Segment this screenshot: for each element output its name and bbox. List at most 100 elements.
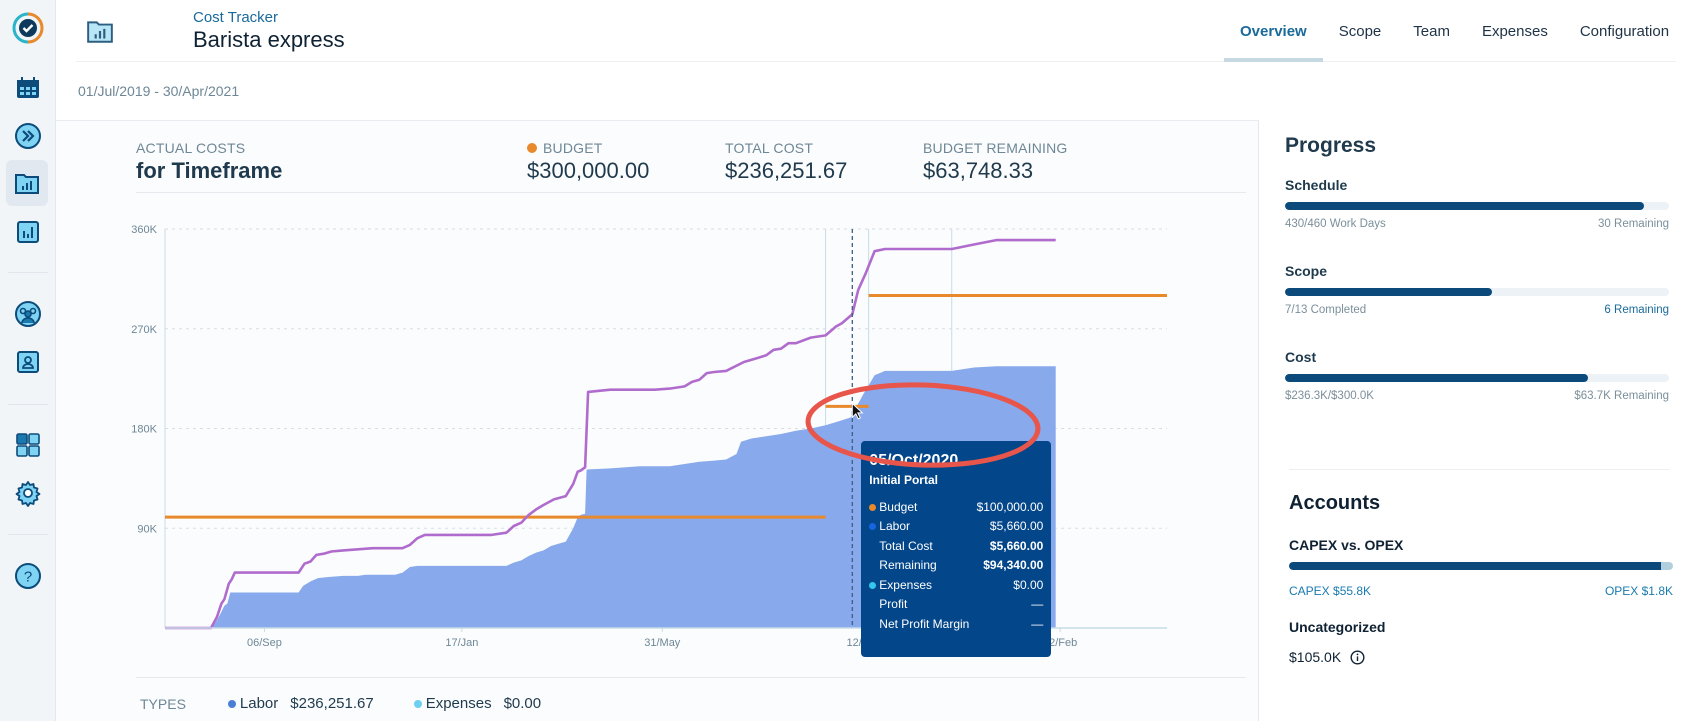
tooltip-row-label: Remaining: [879, 558, 937, 573]
types-legend: TYPES Labor $236,251.67 Expenses $0.00: [140, 695, 581, 712]
scope-remaining-link[interactable]: 6 Remaining: [1604, 304, 1669, 316]
uncategorized-value: $105.0K: [1289, 649, 1342, 665]
sidebar: ?: [0, 0, 56, 721]
y-tick-label: 360K: [131, 224, 157, 236]
cost-progress: Cost $236.3K/$300.0K $63.7K Remaining: [1285, 349, 1669, 402]
types-label: TYPES: [140, 695, 186, 712]
budget-dot-icon: [869, 503, 877, 511]
legend-labor-value: $236,251.67: [290, 695, 374, 712]
capex-opex-bar: [1289, 562, 1673, 570]
capex-opex: CAPEX vs. OPEX CAPEX $55.8K OPEX $1.8K: [1289, 537, 1673, 598]
dashboard-grid-icon[interactable]: [10, 427, 46, 463]
scope-bar-fill: [1285, 288, 1492, 296]
chevrons-right-icon[interactable]: [10, 118, 46, 154]
tooltip-row-label: Profit: [879, 597, 908, 612]
schedule-label: Schedule: [1285, 177, 1348, 193]
cost-tracker-icon[interactable]: [6, 160, 48, 206]
tooltip-row-label: Net Profit Margin: [879, 616, 970, 631]
tab-bar: Overview Scope Team Expenses Configurati…: [1224, 0, 1685, 62]
scope-label: Scope: [1285, 263, 1328, 279]
contact-card-icon[interactable]: [10, 344, 46, 380]
tab-configuration[interactable]: Configuration: [1564, 0, 1685, 62]
tooltip-row-value: —: [1031, 597, 1044, 612]
tab-team[interactable]: Team: [1397, 0, 1466, 62]
tab-overview[interactable]: Overview: [1224, 0, 1323, 62]
expenses-dot-icon: [869, 581, 877, 589]
sidebar-divider: [8, 534, 48, 535]
sidebar-divider: [8, 404, 48, 405]
logo-check-icon[interactable]: [10, 10, 46, 46]
tooltip-row: Profit —: [869, 595, 1043, 615]
expenses-dot-icon: [413, 700, 422, 708]
page-title: Barista express: [193, 27, 345, 52]
x-tick-label: 06/Sep: [247, 637, 282, 649]
legend-expenses-value: $0.00: [503, 695, 542, 712]
svg-text:?: ?: [24, 569, 32, 586]
legend-expenses-name: Expenses: [425, 695, 492, 712]
tooltip-row: Total Cost $5,660.00: [869, 536, 1043, 556]
tab-expenses[interactable]: Expenses: [1466, 0, 1564, 62]
tooltip-row-label: Expenses: [869, 578, 932, 592]
y-tick-label: 90K: [137, 523, 157, 535]
tooltip-row-value: $0.00: [1013, 577, 1044, 592]
cost-tracker-folder-icon: [86, 18, 114, 49]
legend-expenses[interactable]: Expenses: [413, 695, 492, 712]
accounts-title: Accounts: [1289, 492, 1381, 514]
tooltip-row: Expenses $0.00: [869, 575, 1043, 595]
progress-panel: Progress Schedule 430/460 Work Days 30 Re…: [1259, 120, 1693, 721]
capex-opex-label: CAPEX vs. OPEX: [1289, 537, 1404, 553]
cost-label: Cost: [1285, 349, 1317, 365]
legend-labor-name: Labor: [239, 695, 279, 712]
cost-spent: $236.3K/$300.0K: [1285, 390, 1374, 402]
uncategorized-value-row: $105.0K: [1289, 649, 1365, 665]
scope-completed: 7/13 Completed: [1285, 304, 1367, 316]
x-tick-label: 17/Jan: [445, 637, 478, 649]
opex-link[interactable]: OPEX $1.8K: [1605, 584, 1673, 598]
tooltip-row-value: $100,000.00: [976, 499, 1044, 514]
tooltip-row-value: $94,340.00: [983, 558, 1044, 573]
tooltip-date: 05/Oct/2020: [869, 452, 959, 469]
tab-scope[interactable]: Scope: [1323, 0, 1398, 62]
chart-tooltip: 05/Oct/2020 Initial Portal Budget $100,00…: [861, 441, 1052, 657]
scope-progress: Scope 7/13 Completed 6 Remaining: [1285, 263, 1669, 316]
tooltip-row-label: Total Cost: [879, 538, 933, 553]
help-icon[interactable]: ?: [10, 558, 46, 594]
page-header: Cost Tracker Barista express 01/Jul/2019…: [56, 0, 1693, 122]
calendar-icon[interactable]: [10, 70, 46, 106]
x-tick-label: 31/May: [644, 637, 681, 649]
schedule-bar-fill: [1285, 202, 1645, 210]
cost-chart[interactable]: 90K180K270K360K06/Sep17/Jan31/May12/Oct2…: [56, 121, 1259, 677]
legend-labor[interactable]: Labor: [227, 695, 279, 712]
tooltip-row: Remaining $94,340.00: [869, 556, 1043, 576]
y-tick-label: 180K: [131, 424, 157, 436]
date-range[interactable]: 01/Jul/2019 - 30/Apr/2021: [78, 83, 239, 99]
cost-bar-fill: [1285, 374, 1588, 382]
tooltip-row-value: $5,660.00: [989, 538, 1044, 553]
team-icon[interactable]: [10, 296, 46, 332]
tooltip-row-value: —: [1031, 616, 1044, 631]
panel-divider: [1289, 469, 1669, 470]
schedule-days: 430/460 Work Days: [1285, 218, 1386, 230]
tooltip-row: Labor $5,660.00: [869, 517, 1043, 537]
schedule-remaining: 30 Remaining: [1598, 218, 1669, 230]
capex-link[interactable]: CAPEX $55.8K: [1289, 584, 1371, 598]
labor-dot-icon: [227, 700, 236, 708]
schedule-bar: [1285, 202, 1669, 210]
footer-divider: [136, 677, 1246, 678]
y-tick-label: 270K: [131, 324, 157, 336]
settings-gear-icon[interactable]: [10, 475, 46, 511]
tooltip-row-value: $5,660.00: [989, 519, 1044, 534]
tooltip-row-label: Budget: [869, 500, 917, 514]
labor-dot-icon: [869, 523, 877, 531]
tooltip-row-label: Labor: [869, 519, 910, 533]
reports-chart-icon[interactable]: [10, 214, 46, 250]
tooltip-row: Net Profit Margin —: [869, 614, 1043, 634]
info-icon[interactable]: [1350, 649, 1365, 665]
schedule-progress: Schedule 430/460 Work Days 30 Remaining: [1285, 177, 1669, 230]
cost-chart-panel: ACTUAL COSTS for Timeframe BUDGET $300,0…: [56, 120, 1259, 721]
cost-remaining: $63.7K Remaining: [1574, 390, 1669, 402]
uncategorized-label: Uncategorized: [1289, 619, 1386, 635]
breadcrumb-app[interactable]: Cost Tracker: [193, 9, 278, 26]
sidebar-divider: [8, 272, 48, 273]
cost-bar: [1285, 374, 1669, 382]
